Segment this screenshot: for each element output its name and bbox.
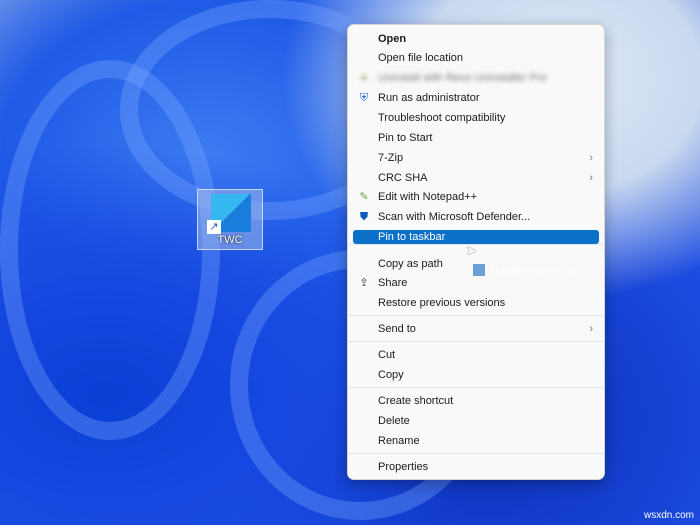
menu-item-cut[interactable]: Cut bbox=[353, 348, 599, 362]
menu-item-label: Troubleshoot compatibility bbox=[378, 112, 506, 124]
menu-item-scan-with-microsoft-defender[interactable]: ⛊ Scan with Microsoft Defender... bbox=[353, 210, 599, 224]
menu-item-7-zip[interactable]: 7-Zip › bbox=[353, 151, 599, 165]
menu-item-label: Rename bbox=[378, 435, 420, 447]
chevron-right-icon: › bbox=[589, 152, 593, 164]
menu-item-send-to[interactable]: Send to › bbox=[353, 322, 599, 336]
menu-item-open-file-location[interactable]: Open file location bbox=[353, 51, 599, 65]
chevron-right-icon: › bbox=[589, 323, 593, 335]
menu-item-label: Uninstall with Revo Uninstaller Pro bbox=[378, 72, 547, 84]
revo-icon: ● bbox=[360, 72, 368, 84]
menu-item-uninstall-with-revo-uninstaller-pro[interactable]: ● Uninstall with Revo Uninstaller Pro bbox=[353, 71, 599, 85]
menu-item-label: Copy as path bbox=[378, 258, 443, 270]
menu-item-copy[interactable]: Copy bbox=[353, 368, 599, 382]
menu-separator bbox=[348, 387, 604, 388]
shortcut-arrow-icon: ↗ bbox=[207, 220, 221, 234]
watermark-text: TheWindowsClub bbox=[488, 263, 583, 277]
menu-item-label: Copy bbox=[378, 369, 404, 381]
menu-item-label: Pin to taskbar bbox=[378, 231, 446, 243]
menu-item-crc-sha[interactable]: CRC SHA › bbox=[353, 171, 599, 185]
menu-item-label: Send to bbox=[378, 323, 416, 335]
defender-icon: ⛊ bbox=[359, 211, 369, 223]
notepadpp-icon: ✎ bbox=[359, 191, 369, 203]
menu-item-label: Pin to Start bbox=[378, 132, 433, 144]
menu-item-troubleshoot-compatibility[interactable]: Troubleshoot compatibility bbox=[353, 111, 599, 125]
site-mark: wsxdn.com bbox=[643, 510, 694, 521]
menu-item-label: Restore previous versions bbox=[378, 297, 506, 309]
desktop-icon-label: TWC bbox=[217, 234, 243, 246]
mouse-cursor-icon: ➤ bbox=[466, 243, 477, 258]
menu-item-restore-previous-versions[interactable]: Restore previous versions bbox=[353, 296, 599, 310]
menu-item-rename[interactable]: Rename bbox=[353, 434, 599, 448]
menu-item-delete[interactable]: Delete bbox=[353, 414, 599, 428]
watermark: TheWindowsClub bbox=[473, 263, 582, 277]
menu-item-label: Scan with Microsoft Defender... bbox=[378, 211, 531, 223]
menu-item-create-shortcut[interactable]: Create shortcut bbox=[353, 394, 599, 408]
menu-item-label: Share bbox=[378, 277, 408, 289]
share-icon: ⇪ bbox=[359, 277, 369, 289]
menu-item-label: CRC SHA bbox=[378, 172, 428, 184]
menu-item-run-as-administrator[interactable]: ⛨ Run as administrator bbox=[353, 91, 599, 105]
chevron-right-icon: › bbox=[589, 172, 593, 184]
menu-item-label: Cut bbox=[378, 349, 396, 361]
menu-item-label: Open bbox=[378, 33, 407, 45]
watermark-logo-icon bbox=[473, 264, 485, 276]
menu-item-pin-to-start[interactable]: Pin to Start bbox=[353, 131, 599, 145]
menu-item-edit-with-notepad[interactable]: ✎ Edit with Notepad++ bbox=[353, 190, 599, 204]
menu-item-label: Delete bbox=[378, 415, 410, 427]
menu-separator bbox=[348, 453, 604, 454]
menu-separator bbox=[348, 341, 604, 342]
menu-item-label: Create shortcut bbox=[378, 395, 454, 407]
menu-item-label: Edit with Notepad++ bbox=[378, 191, 478, 203]
menu-item-open[interactable]: Open bbox=[353, 32, 599, 46]
uac-shield-icon: ⛨ bbox=[359, 92, 369, 104]
menu-item-label: Run as administrator bbox=[378, 92, 480, 104]
menu-item-label: Open file location bbox=[378, 52, 463, 64]
menu-item-pin-to-taskbar[interactable]: Pin to taskbar bbox=[353, 230, 599, 244]
menu-item-share[interactable]: ⇪ Share bbox=[353, 276, 599, 290]
menu-item-label: Properties bbox=[378, 461, 429, 473]
desktop-shortcut-twc[interactable]: ↗ TWC bbox=[197, 189, 263, 250]
menu-item-properties[interactable]: Properties bbox=[353, 460, 599, 474]
menu-item-label: 7-Zip bbox=[378, 152, 404, 164]
menu-separator bbox=[348, 315, 604, 316]
